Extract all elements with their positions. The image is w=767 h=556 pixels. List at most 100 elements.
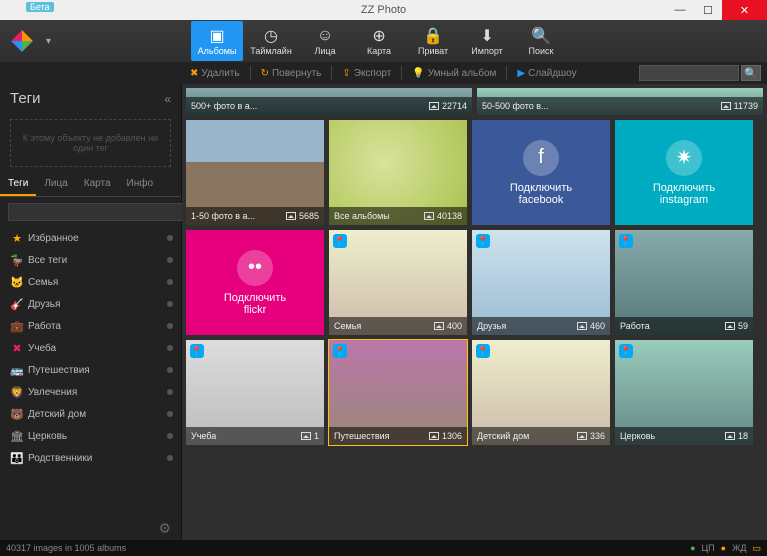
nav-timeline[interactable]: ◷Таймлайн	[245, 21, 297, 61]
sidebar-tab-1[interactable]: Лица	[36, 173, 75, 196]
delete-icon: ✖	[190, 68, 198, 79]
tag-list: ★Избранное🦆Все теги🐱Семья🎸Друзья💼Работа✖…	[0, 227, 181, 516]
tag-icon: 👪	[8, 452, 26, 465]
nav-label: Приват	[418, 46, 448, 56]
tag-icon: 🎸	[8, 298, 26, 311]
minimize-button[interactable]: —	[666, 0, 694, 20]
album-tile[interactable]: 📍Детский дом336	[472, 340, 610, 445]
logo-dropdown-icon[interactable]: ▾	[46, 36, 51, 47]
tag-label: Увлечения	[28, 387, 167, 398]
close-button[interactable]: ✕	[722, 0, 767, 20]
sidebar-tab-3[interactable]: Инфо	[119, 173, 162, 196]
sidebar-tab-0[interactable]: Теги	[0, 173, 36, 196]
tag-indicator	[167, 389, 173, 395]
tag-indicator	[167, 367, 173, 373]
nav-label: Карта	[367, 46, 391, 56]
connect-label: Подключитьfacebook	[510, 182, 572, 206]
import-icon: ⬇	[477, 26, 497, 46]
album-tile[interactable]: 50-500 фото в...11739	[477, 88, 763, 115]
photo-count-icon	[429, 432, 439, 440]
tag-row[interactable]: ✖Учеба	[0, 337, 181, 359]
tag-label: Родственники	[28, 453, 167, 464]
tag-row[interactable]: 🎸Друзья	[0, 293, 181, 315]
tag-row[interactable]: 🏛Церковь	[0, 425, 181, 447]
slideshow-button[interactable]: ▶Слайдшоу	[517, 68, 576, 79]
cpu-indicator-dot: ●	[690, 543, 695, 553]
tag-label: Избранное	[28, 233, 167, 244]
status-bar: 40317 images in 1005 albums ● ЦП ● ЖД ▭	[0, 540, 767, 556]
album-tile[interactable]: 1-50 фото в а...5685	[186, 120, 324, 225]
export-button[interactable]: ⇪Экспорт	[342, 68, 391, 79]
tag-label: Друзья	[28, 299, 167, 310]
delete-button[interactable]: ✖Удалить	[190, 68, 240, 79]
album-name: Друзья	[477, 321, 573, 331]
album-count: 1306	[429, 431, 462, 441]
settings-icon[interactable]: ⚙	[158, 520, 171, 537]
photo-icon[interactable]: ▭	[752, 543, 761, 554]
rotate-icon: ↻	[261, 68, 269, 79]
pin-icon: 📍	[333, 234, 347, 248]
tag-label: Учеба	[28, 343, 167, 354]
ig-icon: ✷	[666, 140, 702, 176]
album-name: 500+ фото в а...	[191, 101, 425, 111]
connect-fl-tile[interactable]: ••Подключитьflickr	[186, 230, 324, 335]
nav-faces[interactable]: ☺Лица	[299, 21, 351, 61]
private-icon: 🔒	[423, 26, 443, 46]
collapse-sidebar-button[interactable]: «	[164, 92, 171, 106]
album-count: 336	[577, 431, 605, 441]
album-name: Работа	[620, 321, 721, 331]
tag-row[interactable]: 🚌Путешествия	[0, 359, 181, 381]
tag-icon: ✖	[8, 342, 26, 355]
tag-row[interactable]: 🦁Увлечения	[0, 381, 181, 403]
search-input[interactable]	[639, 65, 739, 81]
new-tag-input[interactable]	[8, 203, 187, 221]
connect-label: Подключитьflickr	[224, 292, 286, 316]
search-icon: 🔍	[531, 26, 551, 46]
tag-row[interactable]: 🐱Семья	[0, 271, 181, 293]
app-logo[interactable]	[4, 23, 40, 59]
album-tile[interactable]: 📍Семья400	[329, 230, 467, 335]
nav-map[interactable]: ⊕Карта	[353, 21, 405, 61]
tag-row[interactable]: 👪Родственники	[0, 447, 181, 469]
map-icon: ⊕	[369, 26, 389, 46]
nav-private[interactable]: 🔒Приват	[407, 21, 459, 61]
album-tile[interactable]: 📍Друзья460	[472, 230, 610, 335]
nav-import[interactable]: ⬇Импорт	[461, 21, 513, 61]
album-tile[interactable]: 📍 Путешествия 1306	[329, 340, 467, 445]
tag-row[interactable]: 💼Работа	[0, 315, 181, 337]
album-name: Путешествия	[334, 431, 425, 441]
sidebar-tab-2[interactable]: Карта	[76, 173, 119, 196]
album-count: 400	[434, 321, 462, 331]
maximize-button[interactable]: ☐	[694, 0, 722, 20]
tag-indicator	[167, 433, 173, 439]
album-tile[interactable]: 📍Работа59	[615, 230, 753, 335]
search-button[interactable]: 🔍	[741, 65, 761, 81]
search-icon: 🔍	[744, 67, 758, 80]
album-tile[interactable]: 📍Церковь18	[615, 340, 753, 445]
album-tile[interactable]: 500+ фото в а...22714	[186, 88, 472, 115]
pin-icon: 📍	[333, 344, 347, 358]
photo-count-icon	[434, 322, 444, 330]
tag-row[interactable]: 🐻Детский дом	[0, 403, 181, 425]
album-tile[interactable]: Все альбомы40138	[329, 120, 467, 225]
album-tile[interactable]: 📍Учеба1	[186, 340, 324, 445]
tag-indicator	[167, 235, 173, 241]
connect-ig-tile[interactable]: ✷Подключитьinstagram	[615, 120, 753, 225]
tag-label: Церковь	[28, 431, 167, 442]
tag-row[interactable]: ★Избранное	[0, 227, 181, 249]
pin-icon: 📍	[476, 344, 490, 358]
photo-count-icon	[577, 322, 587, 330]
disk-indicator-dot: ●	[721, 543, 726, 553]
cpu-label: ЦП	[702, 543, 715, 553]
nav-albums[interactable]: ▣Альбомы	[191, 21, 243, 61]
timeline-icon: ◷	[261, 26, 281, 46]
secondary-toolbar: ✖Удалить ↻Повернуть ⇪Экспорт 💡Умный альб…	[0, 62, 767, 84]
tag-dropzone[interactable]: К этому объекту не добавлен ни один тег	[10, 119, 171, 167]
title-bar: Бета ZZ Photo — ☐ ✕	[0, 0, 767, 20]
album-count: 460	[577, 321, 605, 331]
nav-search[interactable]: 🔍Поиск	[515, 21, 567, 61]
tag-row[interactable]: 🦆Все теги	[0, 249, 181, 271]
rotate-button[interactable]: ↻Повернуть	[261, 68, 322, 79]
connect-fb-tile[interactable]: fПодключитьfacebook	[472, 120, 610, 225]
smart-album-button[interactable]: 💡Умный альбом	[412, 68, 496, 79]
